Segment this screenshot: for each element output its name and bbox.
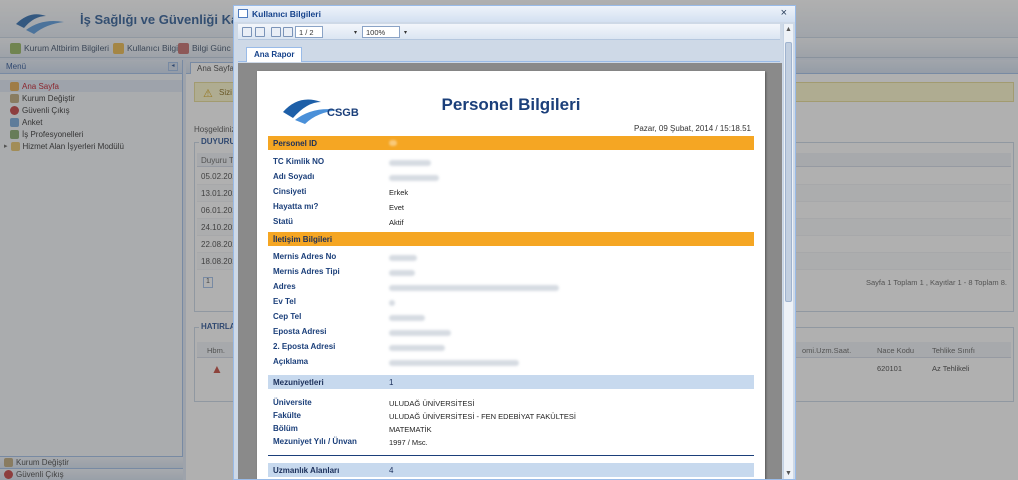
field-value: ULUDAĞ ÜNİVERSİTESİ: [389, 399, 475, 408]
modal-title: Kullanıcı Bilgileri: [252, 9, 321, 19]
redacted-value: [389, 254, 417, 263]
kullanici-bilgileri-window: Kullanıcı Bilgileri × 1 / 2 ▾ 100% ▾ Ana…: [233, 5, 796, 480]
redacted-value: [389, 284, 559, 293]
scroll-down-icon[interactable]: ▼: [785, 470, 792, 477]
field-label: Adı Soyadı: [273, 172, 315, 181]
redacted-value: [389, 159, 431, 168]
scroll-thumb[interactable]: [785, 42, 792, 302]
next-page-icon[interactable]: [283, 27, 293, 37]
redacted-value: [389, 269, 415, 278]
redacted-value: [389, 329, 451, 338]
redacted-value: [389, 314, 425, 323]
redacted-value: [389, 344, 445, 353]
field-label: Hayatta mı?: [273, 202, 319, 211]
report-viewport: CSGB Personel Bilgileri Pazar, 09 Şubat,…: [238, 63, 782, 479]
field-label: Cinsiyeti: [273, 187, 307, 196]
redacted-value: [389, 299, 395, 308]
print-icon[interactable]: [242, 27, 252, 37]
redacted-value: [389, 174, 439, 183]
mezuniyet-count: 1: [389, 378, 394, 387]
field-label: TC Kimlik NO: [273, 157, 325, 166]
field-label: Mernis Adres Tipi: [273, 267, 340, 276]
field-label: Mernis Adres No: [273, 252, 337, 261]
section-label: Mezuniyetleri: [273, 378, 324, 387]
section-label: Personel ID: [273, 139, 318, 148]
scroll-up-icon[interactable]: ▲: [785, 26, 792, 33]
chevron-down-icon[interactable]: ▾: [354, 29, 357, 36]
window-icon: [238, 9, 248, 18]
tab-ana-rapor[interactable]: Ana Rapor: [246, 47, 303, 62]
previous-page-icon[interactable]: [271, 27, 281, 37]
field-value: ULUDAĞ ÜNİVERSİTESİ - FEN EDEBİYAT FAKÜL…: [389, 412, 576, 421]
modal-titlebar[interactable]: Kullanıcı Bilgileri ×: [234, 6, 795, 22]
field-label: Açıklama: [273, 357, 309, 366]
field-label: Eposta Adresi: [273, 327, 327, 336]
report-page: CSGB Personel Bilgileri Pazar, 09 Şubat,…: [257, 71, 765, 479]
section-uzmanlik: Uzmanlık Alanları 4: [268, 463, 754, 477]
field-value: Erkek: [389, 188, 409, 197]
field-value: MATEMATİK: [389, 425, 432, 434]
field-label: Cep Tel: [273, 312, 302, 321]
section-personel-id: Personel ID: [268, 136, 754, 150]
field-label: Statü: [273, 217, 293, 226]
field-label: Mezuniyet Yılı / Ünvan: [273, 437, 357, 446]
field-value: Aktif: [389, 218, 404, 227]
field-label: Fakülte: [273, 411, 302, 420]
field-label: Üniversite: [273, 398, 312, 407]
field-value: Evet: [389, 203, 405, 212]
close-icon[interactable]: ×: [781, 7, 787, 19]
uzmanlik-count: 4: [389, 466, 394, 475]
section-label: İletişim Bilgileri: [273, 235, 333, 244]
field-label: Ev Tel: [273, 297, 296, 306]
report-title: Personel Bilgileri: [441, 95, 581, 114]
field-label: 2. Eposta Adresi: [273, 342, 336, 351]
scrollbar[interactable]: ▲ ▼: [783, 24, 793, 479]
report-toolbar: 1 / 2 ▾ 100% ▾: [238, 24, 780, 40]
field-label: Adres: [273, 282, 296, 291]
section-iletisim: İletişim Bilgileri: [268, 232, 754, 246]
report-tabs: Ana Rapor: [238, 42, 780, 62]
section-label: Uzmanlık Alanları: [273, 466, 340, 475]
redacted-value: [389, 140, 397, 146]
report-date: Pazar, 09 Şubat, 2014 / 15:18.51: [634, 124, 751, 133]
field-value: 1997 / Msc.: [389, 438, 428, 447]
chevron-down-icon[interactable]: ▾: [404, 29, 407, 36]
page-number-input[interactable]: 1 / 2: [295, 26, 323, 38]
zoom-select[interactable]: 100%: [362, 26, 400, 38]
section-mezuniyetleri: Mezuniyetleri 1: [268, 375, 754, 389]
export-icon[interactable]: [255, 27, 265, 37]
divider: [268, 455, 754, 456]
redacted-value: [389, 359, 519, 368]
field-label: Bölüm: [273, 424, 298, 433]
